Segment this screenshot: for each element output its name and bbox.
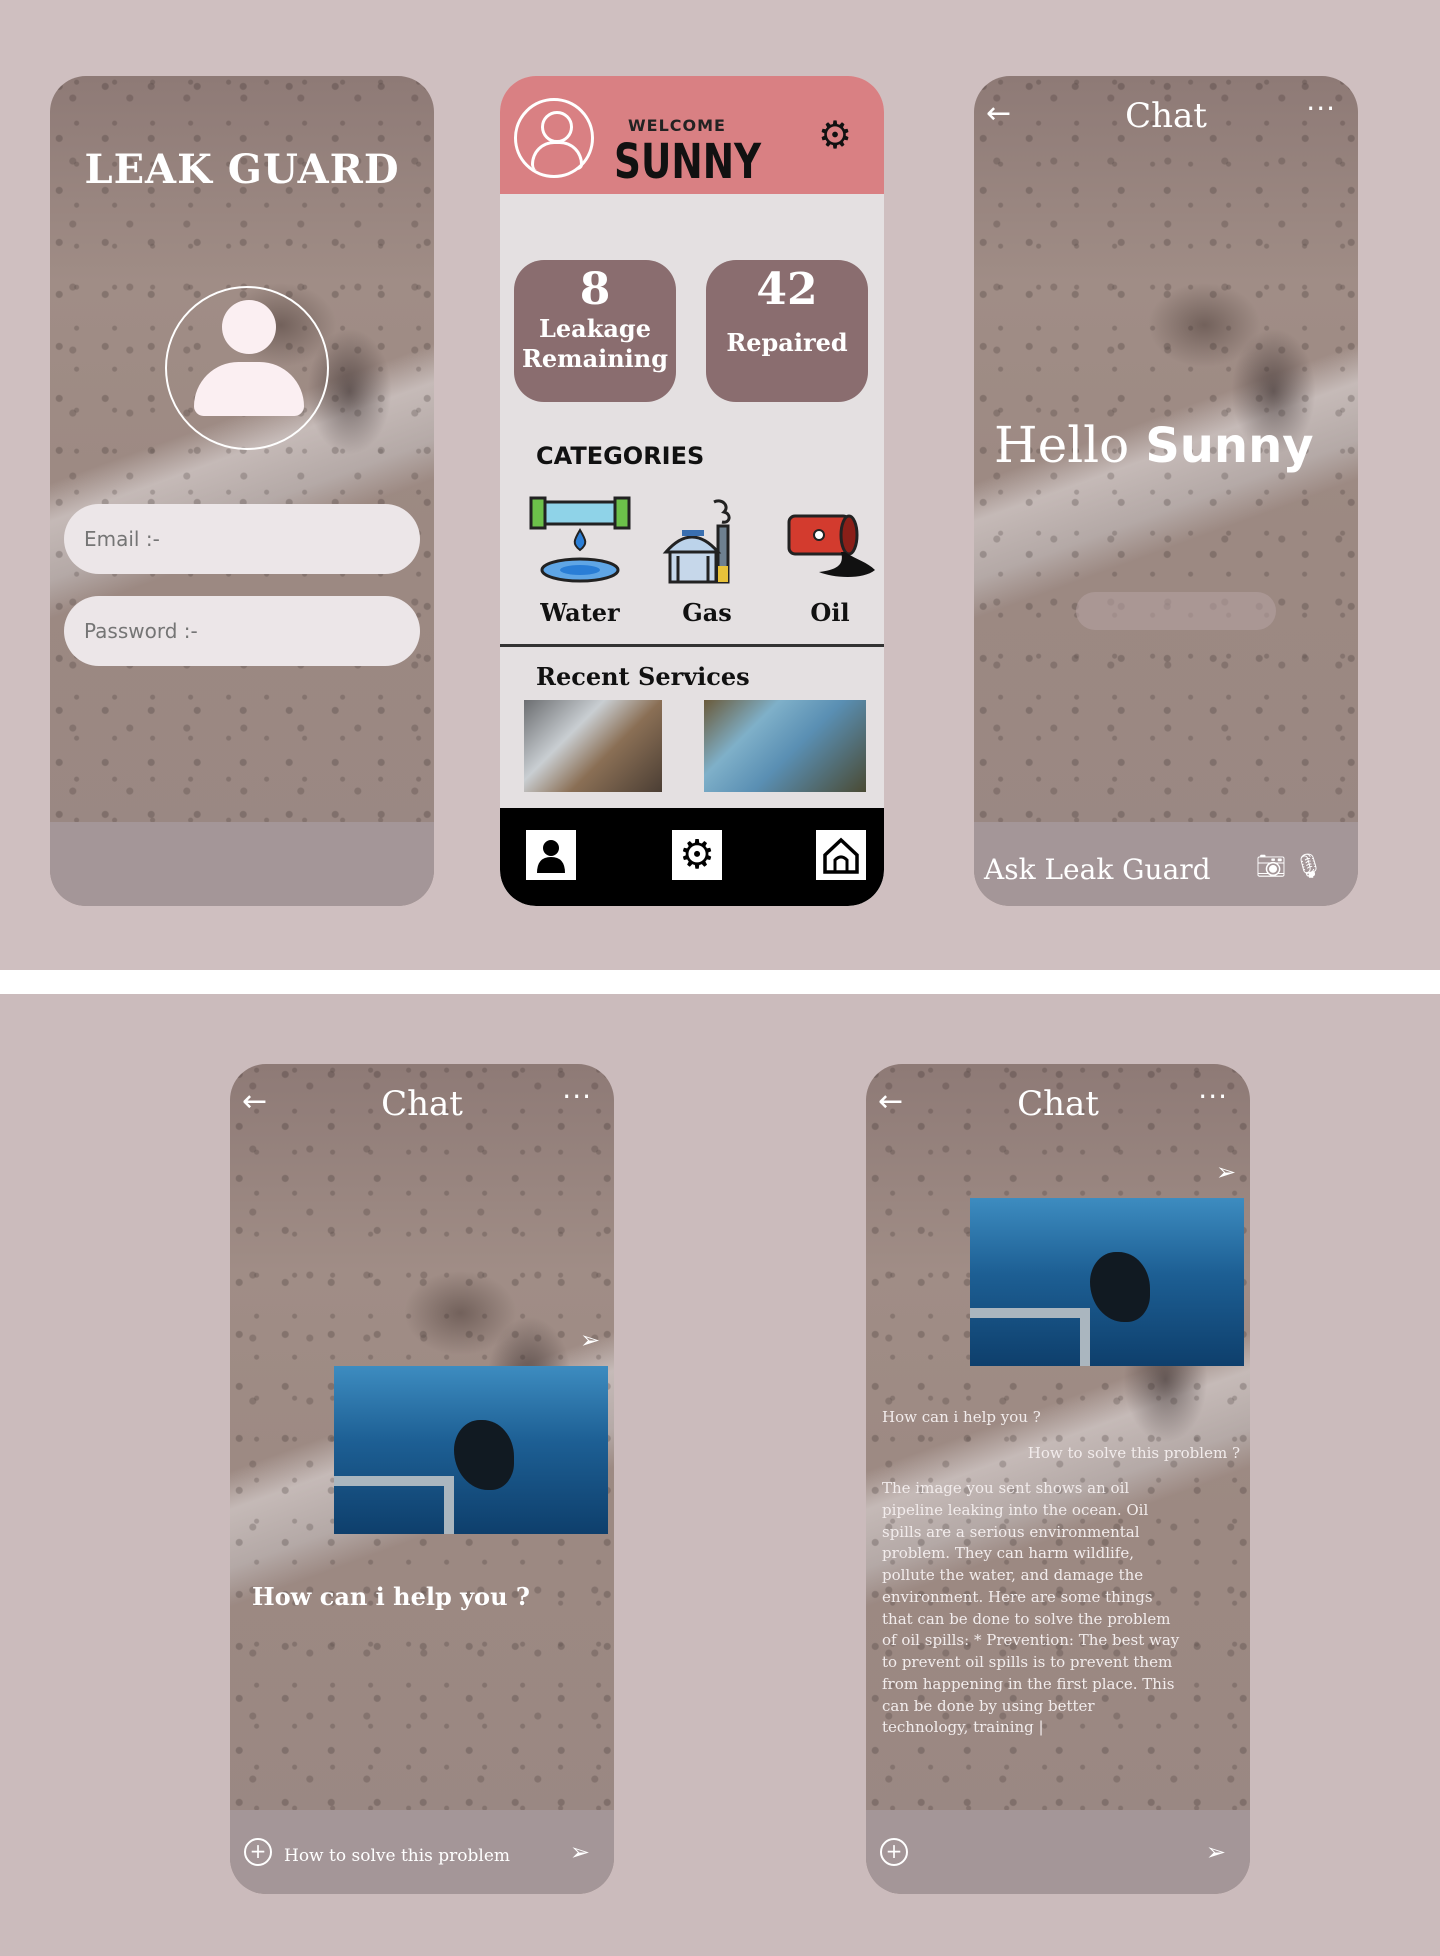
user-message: How to solve this problem ? bbox=[1027, 1444, 1240, 1462]
stat-repaired[interactable]: 42 Repaired bbox=[706, 260, 868, 402]
category-oil[interactable]: Oil bbox=[775, 496, 884, 627]
stat-value: 8 bbox=[579, 264, 611, 315]
chat-screen-image-sent: ← Chat ··· ➢ How can i help you ? + How … bbox=[230, 1064, 614, 1894]
chat-title: Chat bbox=[1125, 96, 1207, 136]
avatar-body bbox=[194, 362, 304, 416]
chat-title: Chat bbox=[381, 1084, 463, 1124]
home-screen: WELCOME SUNNY ⚙ 8 Leakage Remaining 42 R… bbox=[500, 76, 884, 906]
category-label: Water bbox=[540, 598, 620, 627]
add-attachment-icon[interactable]: + bbox=[244, 1838, 272, 1866]
chat-screen-answer: ← Chat ··· ➢ How can i help you ? How to… bbox=[866, 1064, 1250, 1894]
message-input[interactable]: How to solve this problem bbox=[284, 1846, 510, 1866]
login-bottom-bar bbox=[50, 822, 434, 906]
categories-title: CATEGORIES bbox=[536, 442, 705, 470]
send-icon[interactable]: ➢ bbox=[570, 1838, 590, 1866]
chat-input-bar[interactable]: + How to solve this problem ➢ bbox=[230, 1810, 614, 1894]
oil-barrel-icon bbox=[775, 496, 884, 588]
section-divider bbox=[500, 644, 884, 647]
bot-answer: The image you sent shows an oil pipeline… bbox=[882, 1479, 1180, 1737]
bot-message: How can i help you ? bbox=[252, 1582, 530, 1611]
recent-service-image[interactable] bbox=[524, 700, 662, 792]
category-gas[interactable]: Gas bbox=[652, 496, 762, 627]
stat-label: Repaired bbox=[726, 328, 848, 358]
category-label: Gas bbox=[682, 598, 732, 627]
home-header: WELCOME SUNNY ⚙ bbox=[500, 76, 884, 194]
sent-indicator-icon: ➢ bbox=[1216, 1158, 1237, 1186]
gear-icon[interactable]: ⚙ bbox=[818, 116, 852, 154]
stat-leakage-remaining[interactable]: 8 Leakage Remaining bbox=[514, 260, 676, 402]
water-pipe-icon bbox=[525, 496, 635, 588]
category-water[interactable]: Water bbox=[525, 496, 635, 627]
avatar-icon[interactable] bbox=[165, 286, 329, 450]
bottom-navigation: ⚙ bbox=[500, 808, 884, 906]
camera-icon[interactable]: 📷︎ bbox=[1256, 852, 1286, 880]
stat-value: 42 bbox=[756, 264, 818, 315]
home-icon[interactable] bbox=[816, 830, 866, 880]
email-field[interactable] bbox=[64, 504, 420, 574]
chat-input-bar[interactable]: + ➢ bbox=[866, 1810, 1250, 1894]
greeting-name: Sunny bbox=[1145, 418, 1314, 474]
avatar-head bbox=[222, 300, 276, 354]
sent-oil-leak-image[interactable] bbox=[334, 1366, 608, 1534]
profile-icon[interactable] bbox=[526, 830, 576, 880]
chat-input-bar[interactable]: Ask Leak Guard 📷︎ 🎙︎ bbox=[974, 822, 1358, 906]
sent-oil-leak-image[interactable] bbox=[970, 1198, 1244, 1366]
suggestion-pill[interactable] bbox=[1076, 592, 1276, 630]
recent-service-image[interactable] bbox=[704, 700, 866, 792]
gas-plant-icon bbox=[652, 496, 762, 588]
more-options-icon[interactable]: ··· bbox=[1306, 92, 1336, 125]
add-attachment-icon[interactable]: + bbox=[880, 1838, 908, 1866]
ask-input[interactable]: Ask Leak Guard bbox=[984, 853, 1211, 886]
category-label: Oil bbox=[810, 598, 850, 627]
more-options-icon[interactable]: ··· bbox=[1198, 1080, 1228, 1113]
background-texture bbox=[50, 76, 434, 906]
microphone-icon[interactable]: 🎙︎ bbox=[1294, 852, 1324, 880]
app-title: LEAK GUARD bbox=[84, 146, 400, 193]
gear-icon[interactable]: ⚙ bbox=[672, 830, 722, 880]
welcome-label: WELCOME bbox=[628, 116, 726, 135]
more-options-icon[interactable]: ··· bbox=[562, 1080, 592, 1113]
profile-avatar-icon[interactable] bbox=[514, 98, 594, 178]
chat-title: Chat bbox=[1017, 1084, 1099, 1124]
chat-screen-greeting: ← Chat ··· Hello Sunny Ask Leak Guard 📷︎… bbox=[974, 76, 1358, 906]
send-icon[interactable]: ➢ bbox=[1206, 1838, 1226, 1866]
stat-label: Leakage bbox=[539, 314, 651, 344]
password-field[interactable] bbox=[64, 596, 420, 666]
sent-indicator-icon: ➢ bbox=[580, 1326, 601, 1354]
recent-services-title: Recent Services bbox=[536, 662, 750, 691]
username: SUNNY bbox=[614, 134, 762, 190]
login-screen: LEAK GUARD bbox=[50, 76, 434, 906]
stat-label: Remaining bbox=[521, 344, 669, 374]
greeting-word: Hello bbox=[994, 416, 1130, 474]
background-texture bbox=[974, 76, 1358, 906]
greeting-text: Hello Sunny bbox=[994, 416, 1314, 474]
section-divider bbox=[0, 970, 1440, 994]
bot-message: How can i help you ? bbox=[882, 1408, 1041, 1426]
